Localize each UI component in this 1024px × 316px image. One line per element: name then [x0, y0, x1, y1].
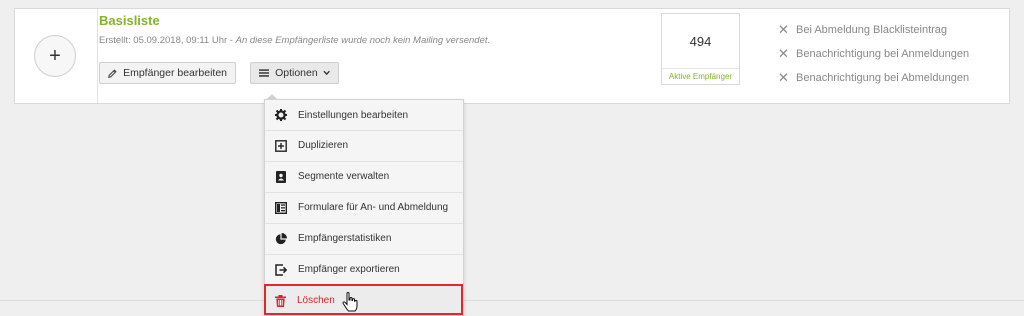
- menu-item-label: Löschen: [297, 295, 335, 306]
- mailing-note: An diese Empfängerliste wurde noch kein …: [235, 35, 491, 46]
- plus-icon: +: [49, 44, 61, 67]
- menu-item-edit-settings[interactable]: Einstellungen bearbeiten: [265, 100, 463, 130]
- menu-item-statistics[interactable]: Empfängerstatistiken: [265, 223, 463, 253]
- menu-item-export[interactable]: Empfänger exportieren: [265, 254, 463, 284]
- add-column: +: [15, 9, 98, 103]
- menu-item-duplicate[interactable]: Duplizieren: [265, 130, 463, 160]
- x-icon: ✕: [778, 70, 789, 85]
- meta-separator: -: [227, 35, 236, 46]
- options-dropdown-menu: Einstellungen bearbeiten Duplizieren Seg…: [264, 99, 464, 316]
- active-recipients-counter: 494 Aktive Empfänger: [661, 13, 740, 85]
- pie-chart-icon: [275, 232, 287, 244]
- edit-recipients-label: Empfänger bearbeiten: [123, 67, 227, 79]
- trash-icon: [275, 294, 286, 307]
- export-icon: [275, 263, 287, 276]
- menu-item-label: Segmente verwalten: [298, 171, 390, 182]
- setting-label: Benachrichtigung bei Abmeldungen: [796, 72, 970, 84]
- menu-item-delete[interactable]: Löschen: [265, 285, 463, 315]
- options-label: Optionen: [275, 67, 318, 79]
- hand-cursor-icon: [342, 292, 358, 312]
- recipient-count: 494: [689, 34, 712, 49]
- created-date: Erstellt: 05.09.2018, 09:11 Uhr: [99, 35, 228, 46]
- edit-recipients-button[interactable]: Empfänger bearbeiten: [99, 62, 236, 84]
- setting-blacklist: ✕ Bei Abmeldung Blacklisteintrag: [778, 18, 969, 42]
- add-button[interactable]: +: [34, 35, 76, 77]
- setting-notify-unsubscribe: ✕ Benachrichtigung bei Abmeldungen: [778, 66, 969, 90]
- form-layout-icon: [275, 201, 287, 214]
- menu-item-segments[interactable]: Segmente verwalten: [265, 161, 463, 191]
- menu-item-label: Empfänger exportieren: [298, 264, 400, 275]
- menu-item-forms[interactable]: Formulare für An- und Abmeldung: [265, 192, 463, 222]
- pencil-icon: [108, 68, 117, 78]
- menu-lines-icon: [259, 69, 270, 77]
- options-dropdown-button[interactable]: Optionen: [250, 62, 339, 84]
- divider: [0, 300, 1024, 301]
- x-icon: ✕: [778, 22, 789, 37]
- list-settings: ✕ Bei Abmeldung Blacklisteintrag ✕ Benac…: [778, 18, 969, 90]
- duplicate-icon: [275, 139, 287, 152]
- menu-item-label: Einstellungen bearbeiten: [298, 109, 409, 121]
- menu-item-label: Formulare für An- und Abmeldung: [298, 202, 449, 213]
- x-icon: ✕: [778, 46, 789, 61]
- setting-label: Benachrichtigung bei Anmeldungen: [796, 48, 970, 60]
- gear-icon: [275, 109, 287, 121]
- chevron-down-icon: [323, 70, 330, 76]
- setting-label: Bei Abmeldung Blacklisteintrag: [796, 24, 948, 36]
- setting-notify-subscribe: ✕ Benachrichtigung bei Anmeldungen: [778, 42, 969, 66]
- list-meta: Erstellt: 05.09.2018, 09:11 Uhr - An die…: [99, 35, 490, 46]
- list-title[interactable]: Basisliste: [99, 13, 160, 28]
- recipient-count-label: Aktive Empfänger: [662, 68, 739, 84]
- menu-item-label: Empfängerstatistiken: [298, 233, 392, 244]
- contacts-book-icon: [276, 170, 286, 183]
- menu-item-label: Duplizieren: [298, 140, 349, 151]
